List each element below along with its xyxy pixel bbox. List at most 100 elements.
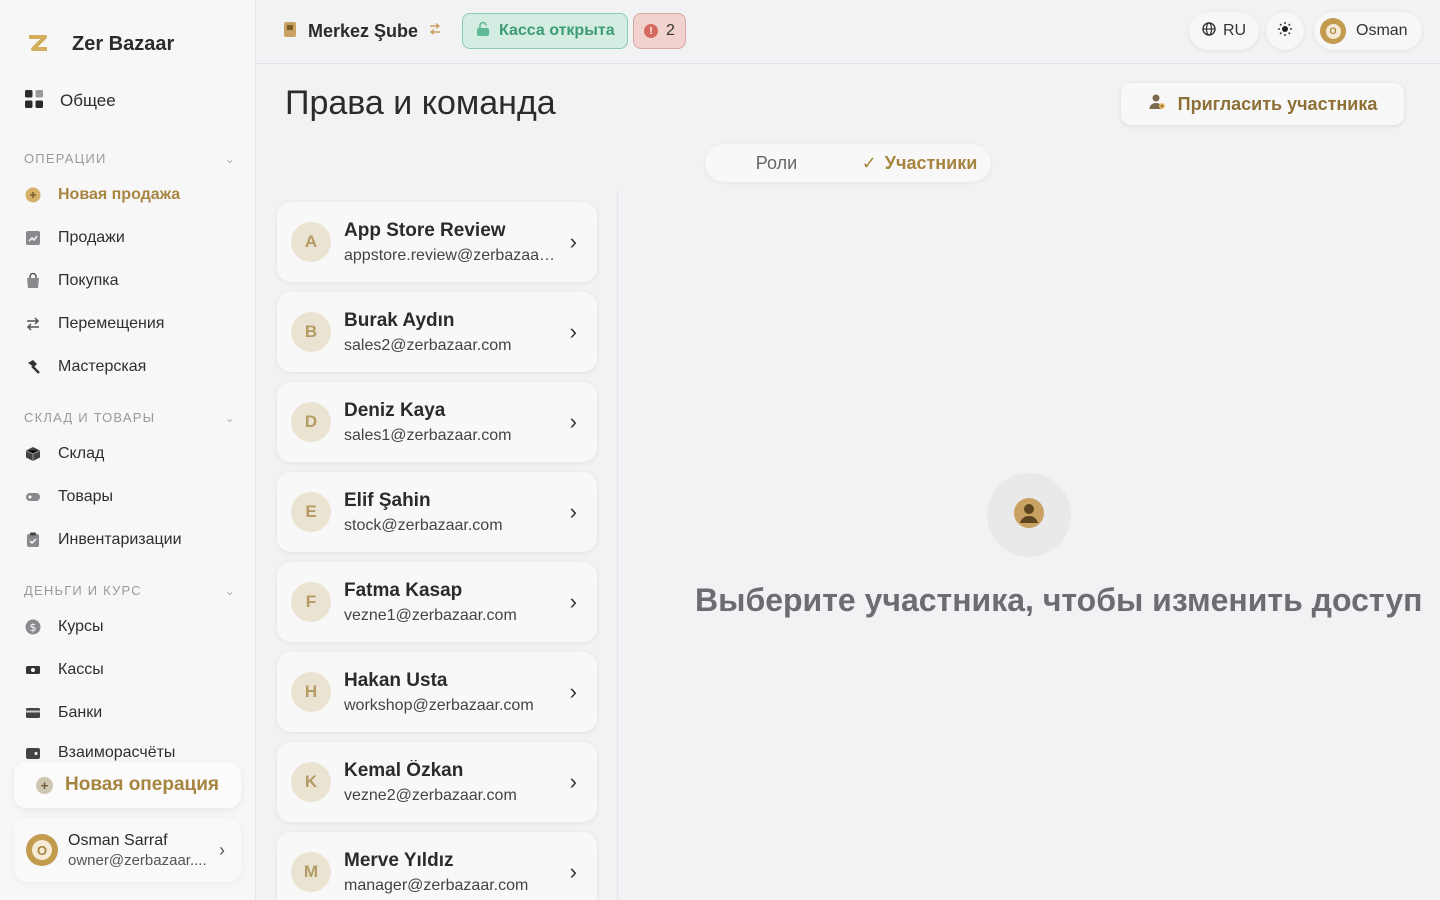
member-name: Elif Şahin <box>344 489 431 511</box>
section-warehouse-title: СКЛАД И ТОВАРЫ <box>24 410 156 425</box>
nav-banks[interactable]: Банки <box>24 701 102 725</box>
tab-members-label: Участники <box>884 152 978 173</box>
alerts-count: 2 <box>666 22 675 39</box>
member-email: sales2@zerbazaar.com <box>344 336 512 354</box>
member-name: App Store Review <box>344 219 506 241</box>
globe-icon <box>1202 21 1216 41</box>
nav-rates[interactable]: $ Курсы <box>24 615 104 639</box>
cashbox-status[interactable]: Касса открыта <box>462 13 628 49</box>
new-operation-button[interactable]: + Новая операция <box>14 762 241 808</box>
member-card[interactable]: E Elif Şahin stock@zerbazaar.com › <box>277 472 597 552</box>
member-card[interactable]: D Deniz Kaya sales1@zerbazaar.com › <box>277 382 597 462</box>
member-avatar: B <box>291 312 331 352</box>
shopping-bag-icon <box>24 272 42 290</box>
nav-purchase-label: Покупка <box>58 272 119 289</box>
nav-warehouse[interactable]: Склад <box>24 442 104 466</box>
member-card[interactable]: H Hakan Usta workshop@zerbazaar.com › <box>277 652 597 732</box>
user-info: Osman Sarraf owner@zerbazaar.... <box>68 832 207 869</box>
nav-products[interactable]: Товары <box>24 485 113 509</box>
nav-purchase[interactable]: Покупка <box>24 269 119 293</box>
section-warehouse[interactable]: СКЛАД И ТОВАРЫ ⌄ <box>24 410 236 425</box>
nav-settlements[interactable]: Взаиморасчёты <box>24 744 175 762</box>
nav-products-label: Товары <box>58 488 114 505</box>
member-avatar: A <box>291 222 331 262</box>
invite-member-label: Пригласить участника <box>1177 93 1378 114</box>
transfer-arrows-icon <box>24 315 42 333</box>
tab-roles[interactable]: Роли <box>705 144 848 182</box>
branch-selector[interactable]: Merkez Şube <box>282 20 418 43</box>
wallet-icon <box>24 744 42 762</box>
member-name: Hakan Usta <box>344 669 448 691</box>
switch-branch-button[interactable] <box>420 16 450 46</box>
user-card[interactable]: O Osman Sarraf owner@zerbazaar.... › <box>14 818 241 882</box>
cashbox-status-label: Касса открыта <box>499 22 615 39</box>
empty-state-message: Выберите участника, чтобы изменить досту… <box>695 582 1423 618</box>
member-card[interactable]: A App Store Review appstore.review@zerbaza… <box>277 202 597 282</box>
brand[interactable]: Zer Bazaar <box>24 30 174 58</box>
member-name: Fatma Kasap <box>344 579 463 601</box>
chevron-right-icon: › <box>569 769 577 794</box>
profile-button[interactable]: O Osman <box>1314 12 1422 50</box>
swap-icon <box>428 22 442 41</box>
lock-open-icon <box>475 21 491 42</box>
nav-banks-label: Банки <box>58 704 103 721</box>
nav-new-sale[interactable]: Новая продажа <box>24 183 180 207</box>
theme-toggle-button[interactable] <box>1266 12 1304 50</box>
nav-inventory[interactable]: Инвентаризации <box>24 528 182 552</box>
check-icon: ✓ <box>861 152 877 173</box>
member-email: vezne2@zerbazaar.com <box>344 786 517 804</box>
dollar-circle-icon: $ <box>24 618 42 636</box>
member-card[interactable]: M Merve Yıldız manager@zerbazaar.com › <box>277 832 597 900</box>
member-card[interactable]: B Burak Aydın sales2@zerbazaar.com › <box>277 292 597 372</box>
topbar: Merkez Şube Касса открыта ! 2 RU O Osman <box>256 0 1440 64</box>
plus-icon: + <box>36 776 53 794</box>
section-money[interactable]: ДЕНЬГИ И КУРС ⌄ <box>24 583 236 598</box>
member-card[interactable]: K Kemal Özkan vezne2@zerbazaar.com › <box>277 742 597 822</box>
nav-workshop-label: Мастерская <box>58 358 147 375</box>
member-info: App Store Review appstore.review@zerbazaa… <box>344 220 556 265</box>
nav-transfers-label: Перемещения <box>58 315 165 332</box>
chevron-right-icon: › <box>569 409 577 434</box>
nav-cashboxes-label: Кассы <box>58 661 104 678</box>
tab-roles-label: Роли <box>755 152 798 173</box>
nav-transfers[interactable]: Перемещения <box>24 312 164 336</box>
nav-inventory-label: Инвентаризации <box>58 531 182 548</box>
tab-members[interactable]: ✓ Участники <box>848 144 991 182</box>
member-info: Kemal Özkan vezne2@zerbazaar.com <box>344 760 556 805</box>
add-user-icon <box>1148 93 1166 116</box>
member-info: Merve Yıldız manager@zerbazaar.com <box>344 850 556 895</box>
nav-settlements-label: Взаиморасчёты <box>58 744 176 761</box>
dashboard-icon <box>24 89 44 114</box>
bank-card-icon <box>24 704 42 722</box>
sidebar: Zer Bazaar Общее ОПЕРАЦИИ ⌄ Новая продаж… <box>0 0 256 900</box>
section-operations[interactable]: ОПЕРАЦИИ ⌄ <box>24 151 236 166</box>
member-avatar: D <box>291 402 331 442</box>
member-email: workshop@zerbazaar.com <box>344 696 534 714</box>
hammer-icon <box>24 358 42 376</box>
nav-cashboxes[interactable]: Кассы <box>24 658 104 682</box>
empty-state-icon-wrap <box>987 473 1071 557</box>
receipt-chart-icon <box>24 229 42 247</box>
nav-sales[interactable]: Продажи <box>24 226 125 250</box>
member-email: manager@zerbazaar.com <box>344 876 529 894</box>
member-avatar: H <box>291 672 331 712</box>
nav-overview-label: Общее <box>60 91 116 110</box>
view-switcher: Роли ✓ Участники <box>705 144 991 182</box>
member-card[interactable]: F Fatma Kasap vezne1@zerbazaar.com › <box>277 562 597 642</box>
member-avatar: F <box>291 582 331 622</box>
language-button[interactable]: RU <box>1189 12 1260 50</box>
nav-workshop[interactable]: Мастерская <box>24 355 146 379</box>
alert-icon: ! <box>644 24 658 38</box>
clipboard-check-icon <box>24 531 42 549</box>
alerts-badge[interactable]: ! 2 <box>633 13 686 49</box>
chevron-down-icon: ⌄ <box>224 583 236 598</box>
chevron-right-icon: › <box>569 499 577 524</box>
nav-rates-label: Курсы <box>58 618 104 635</box>
avatar: O <box>26 834 58 866</box>
store-icon <box>282 20 298 43</box>
nav-overview[interactable]: Общее <box>24 88 116 114</box>
chevron-right-icon: › <box>569 859 577 884</box>
invite-member-button[interactable]: Пригласить участника <box>1121 83 1404 125</box>
user-email: owner@zerbazaar.... <box>68 851 207 869</box>
branch-name: Merkez Şube <box>308 21 419 41</box>
